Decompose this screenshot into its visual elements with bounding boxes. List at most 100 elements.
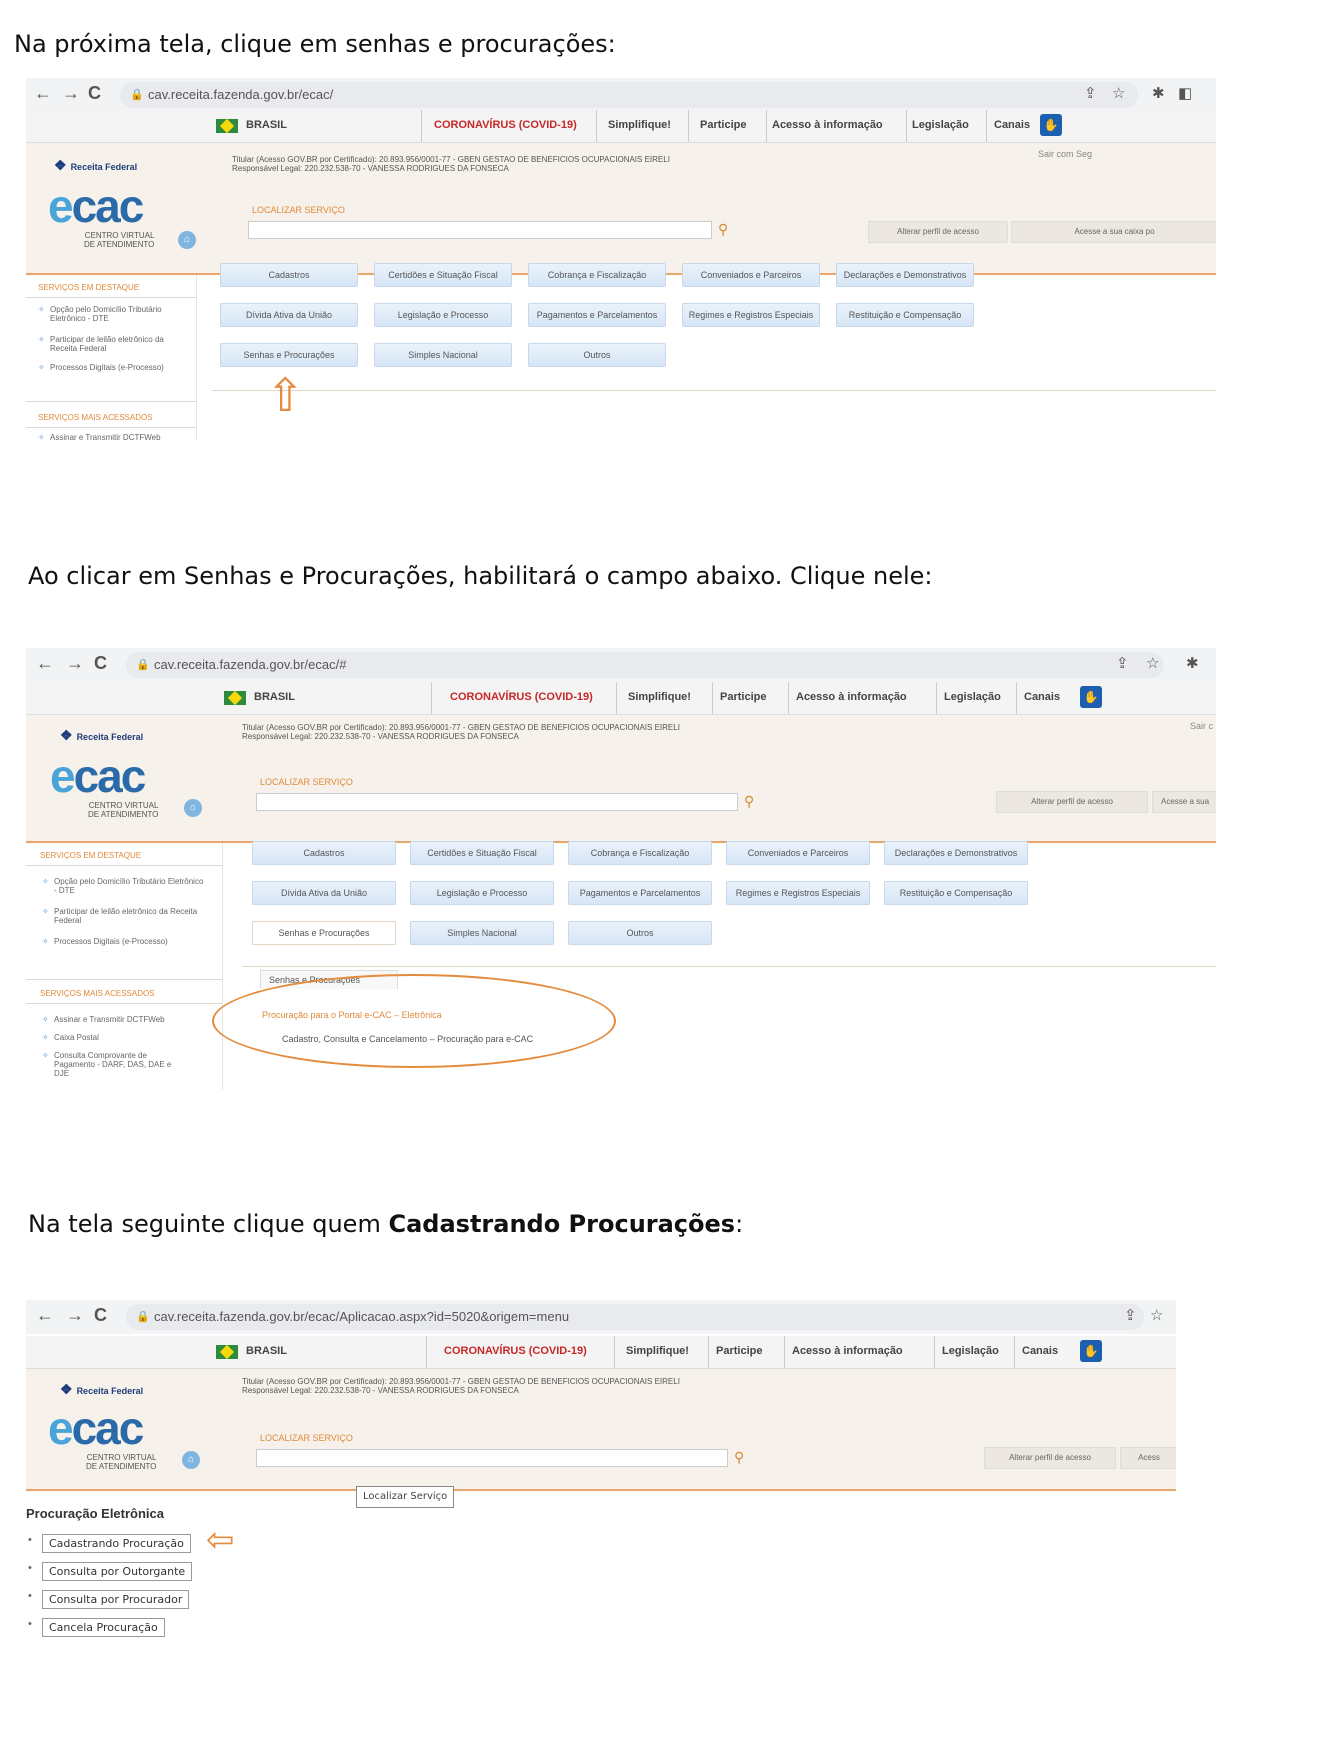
star-icon[interactable]: ☆ <box>1150 1306 1163 1324</box>
address-bar[interactable]: 🔒 cav.receita.fazenda.gov.br/ecac/ <box>120 82 1138 108</box>
menu-certidoes[interactable]: Certidões e Situação Fiscal <box>374 263 512 287</box>
gov-acesso-link[interactable]: Acesso à informação <box>796 691 907 703</box>
menu-regimes[interactable]: Regimes e Registros Especiais <box>726 881 870 905</box>
search-icon[interactable]: ⚲ <box>718 221 728 238</box>
search-icon[interactable]: ⚲ <box>744 793 754 810</box>
address-bar[interactable]: 🔒 cav.receita.fazenda.gov.br/ecac/Aplica… <box>126 1304 1144 1330</box>
menu-regimes[interactable]: Regimes e Registros Especiais <box>682 303 820 327</box>
menu-restituicao[interactable]: Restituição e Compensação <box>884 881 1028 905</box>
home-icon[interactable]: ⌂ <box>184 799 202 817</box>
menu-legislacao[interactable]: Legislação e Processo <box>374 303 512 327</box>
left-item-comprovante[interactable]: Consulta Comprovante de Pagamento - DARF… <box>42 1051 184 1078</box>
back-icon[interactable]: ← <box>36 1305 54 1326</box>
menu-declaracoes[interactable]: Declarações e Demonstrativos <box>884 841 1028 865</box>
home-icon[interactable]: ⌂ <box>182 1451 200 1469</box>
menu-cadastros[interactable]: Cadastros <box>220 263 358 287</box>
gov-covid-link[interactable]: CORONAVÍRUS (COVID-19) <box>450 691 593 703</box>
consulta-outorgante-link[interactable]: Consulta por Outorgante <box>42 1562 193 1581</box>
home-icon[interactable]: ⌂ <box>178 231 196 249</box>
search-input[interactable] <box>256 793 738 811</box>
forward-icon[interactable]: → <box>62 83 80 104</box>
left-item-leilao[interactable]: Participar de leilão eletrônico da Recei… <box>38 335 190 353</box>
left-item-caixa-postal[interactable]: Caixa Postal <box>42 1033 204 1042</box>
share-icon[interactable]: ⇪ <box>1084 84 1097 102</box>
left-item-dctfweb[interactable]: Assinar e Transmitir DCTFWeb <box>42 1015 204 1024</box>
gov-brasil[interactable]: BRASIL <box>254 691 295 703</box>
gov-participe-link[interactable]: Participe <box>700 119 746 131</box>
sidepanel-icon[interactable]: ◧ <box>1178 84 1192 102</box>
caixa-postal-button[interactable]: Acess <box>1120 1447 1176 1469</box>
sair-link[interactable]: Sair c <box>1190 721 1213 731</box>
extension-icon[interactable]: ✱ <box>1152 84 1165 102</box>
gov-canais-link[interactable]: Canais <box>1024 691 1060 703</box>
star-icon[interactable]: ☆ <box>1146 654 1159 672</box>
menu-conveniados[interactable]: Conveniados e Parceiros <box>682 263 820 287</box>
address-bar[interactable]: 🔒 cav.receita.fazenda.gov.br/ecac/# <box>126 652 1164 678</box>
menu-simples[interactable]: Simples Nacional <box>410 921 554 945</box>
menu-pagamentos[interactable]: Pagamentos e Parcelamentos <box>568 881 712 905</box>
gov-covid-link[interactable]: CORONAVÍRUS (COVID-19) <box>444 1345 587 1357</box>
menu-conveniados[interactable]: Conveniados e Parceiros <box>726 841 870 865</box>
reload-icon[interactable]: C <box>94 653 107 674</box>
menu-senhas[interactable]: Senhas e Procurações <box>252 921 396 945</box>
left-item-dte[interactable]: Opção pelo Domicílio Tributário Eletrôni… <box>42 877 204 895</box>
menu-outros[interactable]: Outros <box>528 343 666 367</box>
gov-acesso-link[interactable]: Acesso à informação <box>772 119 883 131</box>
alterar-perfil-button[interactable]: Alterar perfil de acesso <box>996 791 1148 813</box>
gov-participe-link[interactable]: Participe <box>716 1345 762 1357</box>
gov-canais-link[interactable]: Canais <box>994 119 1030 131</box>
gov-canais-link[interactable]: Canais <box>1022 1345 1058 1357</box>
accessibility-icon[interactable]: ✋ <box>1080 1340 1102 1362</box>
sair-link[interactable]: Sair com Seg <box>1038 149 1092 159</box>
cancela-procuracao-link[interactable]: Cancela Procuração <box>42 1618 165 1637</box>
reload-icon[interactable]: C <box>88 83 101 104</box>
alterar-perfil-button[interactable]: Alterar perfil de acesso <box>868 221 1008 243</box>
menu-restituicao[interactable]: Restituição e Compensação <box>836 303 974 327</box>
cadastrando-procuracao-link[interactable]: Cadastrando Procuração <box>42 1534 191 1553</box>
left-item-eprocesso[interactable]: Processos Digitais (e-Processo) <box>42 937 204 946</box>
alterar-perfil-button[interactable]: Alterar perfil de acesso <box>984 1447 1116 1469</box>
menu-outros[interactable]: Outros <box>568 921 712 945</box>
menu-senhas[interactable]: Senhas e Procurações <box>220 343 358 367</box>
gov-simplifique-link[interactable]: Simplifique! <box>628 691 691 703</box>
gov-legislacao-link[interactable]: Legislação <box>944 691 1001 703</box>
menu-simples[interactable]: Simples Nacional <box>374 343 512 367</box>
menu-cobranca[interactable]: Cobrança e Fiscalização <box>528 263 666 287</box>
forward-icon[interactable]: → <box>66 653 84 674</box>
gov-acesso-link[interactable]: Acesso à informação <box>792 1345 903 1357</box>
caixa-postal-button[interactable]: Acesse a sua <box>1152 791 1216 813</box>
gov-brasil[interactable]: BRASIL <box>246 119 287 131</box>
forward-icon[interactable]: → <box>66 1305 84 1326</box>
gov-legislacao-link[interactable]: Legislação <box>942 1345 999 1357</box>
search-icon[interactable]: ⚲ <box>734 1449 744 1466</box>
menu-certidoes[interactable]: Certidões e Situação Fiscal <box>410 841 554 865</box>
reload-icon[interactable]: C <box>94 1305 107 1326</box>
gov-covid-link[interactable]: CORONAVÍRUS (COVID-19) <box>434 119 577 131</box>
caixa-postal-button[interactable]: Acesse a sua caixa po <box>1011 221 1216 243</box>
menu-pagamentos[interactable]: Pagamentos e Parcelamentos <box>528 303 666 327</box>
menu-divida[interactable]: Dívida Ativa da União <box>220 303 358 327</box>
gov-simplifique-link[interactable]: Simplifique! <box>626 1345 689 1357</box>
left-item-leilao[interactable]: Participar de leilão eletrônico da Recei… <box>42 907 204 925</box>
gov-participe-link[interactable]: Participe <box>720 691 766 703</box>
left-item-dctfweb[interactable]: Assinar e Transmitir DCTFWeb <box>38 433 190 440</box>
back-icon[interactable]: ← <box>36 653 54 674</box>
accessibility-icon[interactable]: ✋ <box>1040 114 1062 136</box>
menu-cobranca[interactable]: Cobrança e Fiscalização <box>568 841 712 865</box>
share-icon[interactable]: ⇪ <box>1124 1306 1137 1324</box>
menu-divida[interactable]: Dívida Ativa da União <box>252 881 396 905</box>
extension-icon[interactable]: ✱ <box>1186 654 1199 672</box>
gov-simplifique-link[interactable]: Simplifique! <box>608 119 671 131</box>
left-item-eprocesso[interactable]: Processos Digitais (e-Processo) <box>38 363 190 372</box>
gov-legislacao-link[interactable]: Legislação <box>912 119 969 131</box>
accessibility-icon[interactable]: ✋ <box>1080 686 1102 708</box>
left-item-dte[interactable]: Opção pelo Domicílio Tributário Eletrôni… <box>38 305 190 323</box>
menu-cadastros[interactable]: Cadastros <box>252 841 396 865</box>
menu-declaracoes[interactable]: Declarações e Demonstrativos <box>836 263 974 287</box>
back-icon[interactable]: ← <box>34 83 52 104</box>
menu-legislacao[interactable]: Legislação e Processo <box>410 881 554 905</box>
search-input[interactable] <box>248 221 712 239</box>
consulta-procurador-link[interactable]: Consulta por Procurador <box>42 1590 190 1609</box>
share-icon[interactable]: ⇪ <box>1116 654 1129 672</box>
star-icon[interactable]: ☆ <box>1112 84 1125 102</box>
